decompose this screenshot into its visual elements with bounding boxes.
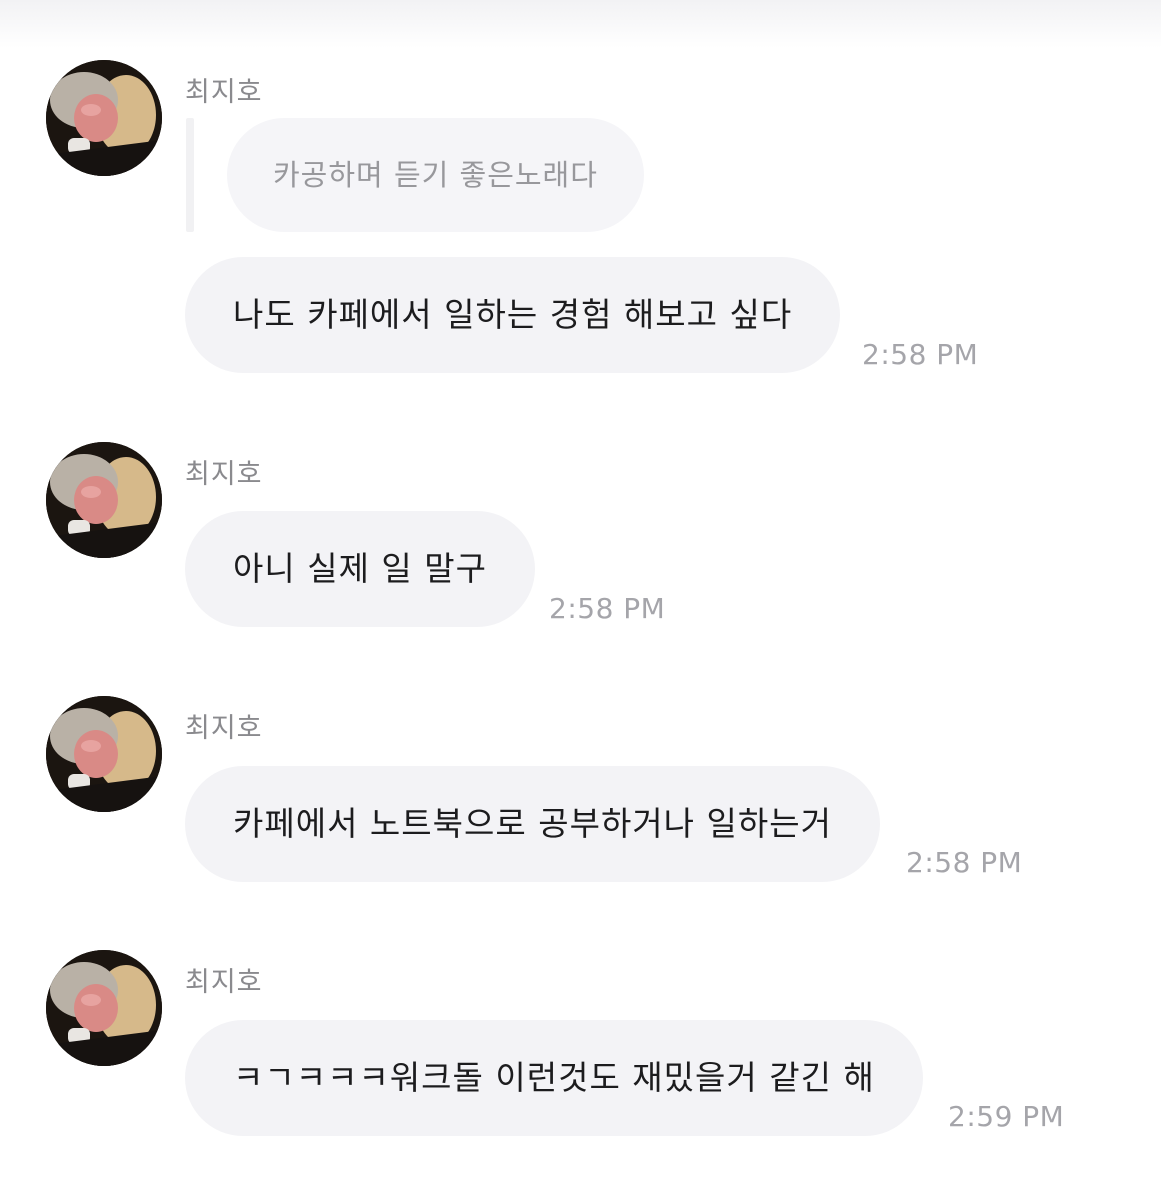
- avatar-photo-icon: [46, 442, 162, 558]
- sender-avatar[interactable]: [46, 696, 162, 812]
- reply-quote-bubble[interactable]: 카공하며 듣기 좋은노래다: [227, 118, 644, 232]
- reply-quote-bar: [186, 118, 194, 232]
- message-timestamp: 2:58 PM: [549, 592, 666, 625]
- message-bubble[interactable]: 나도 카페에서 일하는 경험 해보고 싶다: [185, 257, 841, 373]
- sender-avatar[interactable]: [46, 442, 162, 558]
- sender-name: 최지호: [185, 77, 263, 108]
- avatar-photo-icon: [46, 950, 162, 1066]
- sender-avatar[interactable]: [46, 60, 162, 176]
- avatar-photo-icon: [46, 60, 162, 176]
- message-timestamp: 2:58 PM: [862, 338, 979, 371]
- sender-name: 최지호: [185, 967, 263, 998]
- message-bubble[interactable]: 카페에서 노트북으로 공부하거나 일하는거: [185, 766, 880, 882]
- sender-name: 최지호: [185, 459, 263, 490]
- sender-avatar[interactable]: [46, 950, 162, 1066]
- sender-name: 최지호: [185, 713, 263, 744]
- message-timestamp: 2:58 PM: [906, 846, 1023, 879]
- avatar-photo-icon: [46, 696, 162, 812]
- top-scroll-fade: [0, 0, 1161, 48]
- message-bubble[interactable]: 아니 실제 일 말구: [185, 511, 535, 627]
- message-bubble[interactable]: ㅋㄱㅋㅋㅋ워크돌 이런것도 재밌을거 같긴 해: [185, 1020, 923, 1136]
- message-timestamp: 2:59 PM: [948, 1100, 1065, 1133]
